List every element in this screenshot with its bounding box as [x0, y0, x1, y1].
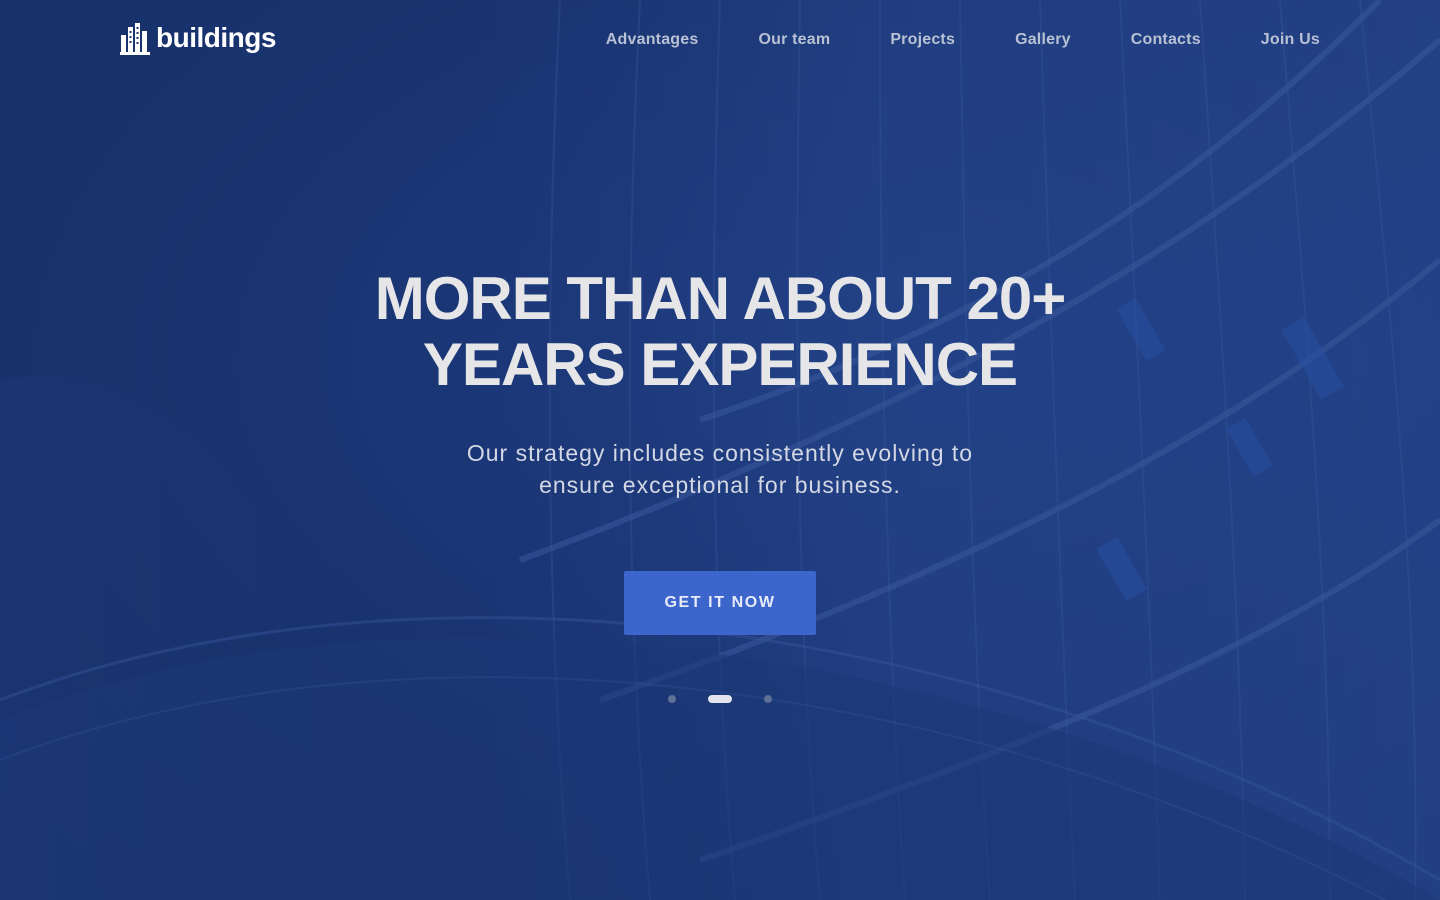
main-nav: Advantages Our team Projects Gallery Con…: [606, 30, 1320, 50]
hero-subtitle-line-2: ensure exceptional for business.: [539, 472, 901, 498]
hero-subtitle: Our strategy includes consistently evolv…: [370, 437, 1070, 501]
nav-item-gallery[interactable]: Gallery: [1015, 30, 1071, 50]
nav-item-join-us[interactable]: Join Us: [1261, 30, 1320, 50]
hero-headline-line-1: MORE THAN ABOUT 20+: [374, 265, 1067, 332]
logo-link[interactable]: buildings: [120, 20, 276, 56]
buildings-icon: [120, 23, 150, 55]
slide-dot-1[interactable]: [668, 695, 676, 703]
slide-dot-2-active[interactable]: [708, 695, 732, 703]
hero-headline-line-2: YEARS EXPERIENCE: [422, 331, 1018, 398]
nav-item-contacts[interactable]: Contacts: [1131, 30, 1201, 50]
slide-dot-3[interactable]: [764, 695, 772, 703]
hero-subtitle-line-1: Our strategy includes consistently evolv…: [466, 440, 974, 466]
nav-item-our-team[interactable]: Our team: [758, 30, 830, 50]
get-it-now-button[interactable]: GET IT NOW: [624, 571, 816, 635]
nav-item-projects[interactable]: Projects: [890, 30, 955, 50]
site-header: buildings Advantages Our team Projects G…: [0, 0, 1440, 80]
brand-name: buildings: [156, 22, 276, 53]
nav-item-advantages[interactable]: Advantages: [606, 30, 699, 50]
hero-section: buildings Advantages Our team Projects G…: [0, 0, 1440, 900]
hero-headline: MORE THAN ABOUT 20+ YEARS EXPERIENCE: [220, 266, 1220, 398]
slider-pagination: [660, 690, 780, 708]
